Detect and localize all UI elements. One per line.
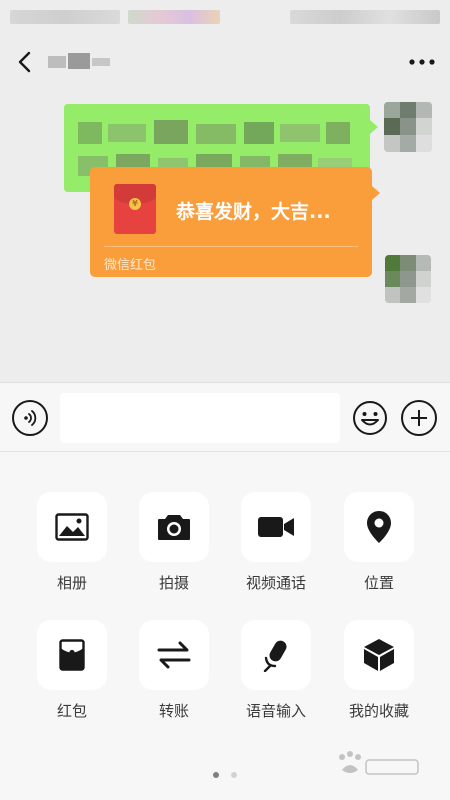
tool-label: 语音输入	[245, 702, 306, 720]
tool-label: 视频通话	[245, 574, 306, 592]
red-packet-footer: 微信红包	[104, 258, 157, 273]
ellipsis-icon	[409, 59, 435, 65]
status-blur-center	[128, 10, 220, 24]
location-pin-icon	[367, 511, 391, 543]
red-packet-divider	[104, 246, 358, 247]
chat-header	[0, 34, 450, 90]
tool-icon-box	[139, 620, 209, 690]
red-packet-icon	[59, 639, 85, 671]
tool-icon-box	[241, 492, 311, 562]
avatar[interactable]	[385, 255, 431, 303]
camera-icon	[158, 515, 190, 540]
bubble-tail	[370, 120, 378, 134]
page-dot[interactable]	[231, 772, 237, 778]
tool-red-packet[interactable]: 红包	[22, 620, 122, 730]
page-dot-active[interactable]	[213, 772, 219, 778]
tool-location[interactable]: 位置	[329, 492, 429, 602]
tool-transfer[interactable]: 转账	[124, 620, 224, 730]
message-input[interactable]	[60, 393, 340, 443]
red-packet-title: 恭喜发财，大吉...	[176, 201, 331, 223]
contact-name-blurred	[46, 50, 118, 72]
image-icon	[55, 513, 89, 541]
tool-video-call[interactable]: 视频通话	[226, 492, 326, 602]
tool-label: 位置	[363, 574, 394, 592]
favorites-cube-icon	[364, 639, 394, 671]
back-button[interactable]	[8, 46, 40, 78]
tool-icon-box	[344, 492, 414, 562]
status-bar	[0, 0, 450, 34]
red-envelope-icon: ¥	[114, 184, 156, 234]
more-functions-button[interactable]	[401, 400, 437, 436]
tool-icon-box	[139, 492, 209, 562]
emoji-smile-icon	[353, 401, 387, 435]
red-packet-message[interactable]: ¥ 恭喜发财，大吉... 微信红包	[90, 167, 372, 277]
tool-album[interactable]: 相册	[22, 492, 122, 602]
baidu-watermark-logo	[330, 748, 422, 782]
emoji-button[interactable]	[352, 400, 388, 436]
tool-voice-input[interactable]: 语音输入	[226, 620, 326, 730]
chevron-left-icon	[18, 51, 31, 73]
video-call-icon	[258, 517, 294, 537]
status-blur-right	[290, 10, 440, 24]
voice-mode-button[interactable]	[12, 400, 48, 436]
input-bar	[0, 382, 450, 452]
tool-favorites[interactable]: 我的收藏	[329, 620, 429, 730]
tool-icon-box	[37, 620, 107, 690]
tool-icon-box	[344, 620, 414, 690]
tool-icon-box	[37, 492, 107, 562]
transfer-icon	[157, 641, 191, 669]
tool-label: 我的收藏	[348, 702, 409, 720]
voice-wave-icon	[24, 410, 37, 426]
tool-camera[interactable]: 拍摄	[124, 492, 224, 602]
status-blur-left	[10, 10, 120, 24]
tool-icon-box	[241, 620, 311, 690]
bubble-tail	[372, 186, 380, 200]
microphone-icon	[263, 640, 287, 672]
more-options-button[interactable]	[406, 46, 438, 78]
avatar[interactable]	[384, 102, 432, 152]
